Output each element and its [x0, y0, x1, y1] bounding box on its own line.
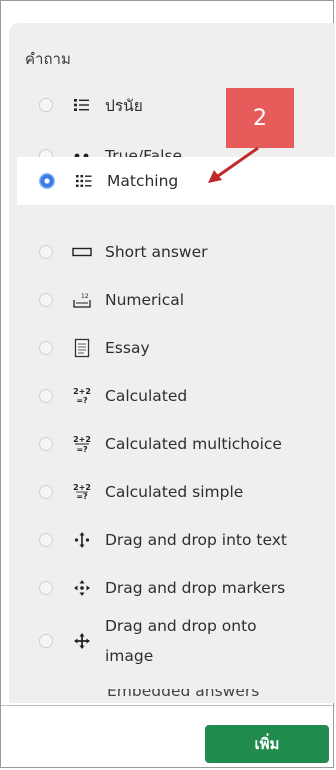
radio-button[interactable]: [39, 293, 53, 307]
question-type-numerical[interactable]: 12 Numerical: [17, 276, 336, 324]
formula-icon-bottom: =?: [76, 492, 88, 501]
move-icon: [71, 632, 93, 650]
question-type-shortanswer[interactable]: Short answer: [17, 228, 336, 276]
question-type-calculatedsimple[interactable]: 2+2 =? Calculated simple: [17, 468, 336, 516]
formula-icon-top: 2+2: [73, 435, 91, 444]
question-type-label: Calculated multichoice: [105, 435, 282, 453]
question-type-calculated[interactable]: 2+2 =? Calculated: [17, 372, 336, 420]
question-type-label: Drag and drop markers: [105, 579, 286, 597]
radio-button[interactable]: [39, 389, 53, 403]
formula-icon-top: 2+2: [73, 483, 91, 492]
list-icon: [71, 97, 93, 113]
formula-icon-bottom: =?: [76, 396, 88, 405]
question-type-label: Matching: [107, 172, 179, 190]
question-type-label: Essay: [105, 339, 150, 357]
footer-divider: [1, 705, 335, 706]
question-type-calculatedmulti[interactable]: 2+2 =? Calculated multichoice: [17, 420, 336, 468]
rectangle-field-icon: [71, 247, 93, 257]
question-type-matching[interactable]: Matching: [17, 157, 336, 205]
section-label: คำถาม: [25, 50, 71, 68]
question-type-multianswer[interactable]: Embedded answers: [15, 689, 335, 703]
radio-button[interactable]: [39, 341, 53, 355]
question-type-ddwtos[interactable]: Drag and drop into text: [17, 516, 336, 564]
formula-icon: 2+2 =?: [71, 386, 93, 406]
formula-icon: 2+2 =?: [71, 434, 93, 454]
radio-button[interactable]: [39, 581, 53, 595]
question-type-label: Calculated: [105, 387, 188, 405]
radio-button[interactable]: [39, 634, 53, 648]
add-button[interactable]: เพิ่ม: [205, 725, 329, 763]
radio-button[interactable]: [39, 245, 53, 259]
radio-button-selected[interactable]: [39, 173, 55, 189]
question-type-essay[interactable]: Essay: [17, 324, 336, 372]
question-type-label: Short answer: [105, 243, 208, 261]
question-type-label: Calculated simple: [105, 483, 244, 501]
formula-icon-bottom: =?: [76, 445, 88, 454]
question-type-label: Numerical: [105, 291, 185, 309]
move-icon: [71, 531, 93, 549]
question-type-label: Drag and drop into text: [105, 531, 287, 549]
matching-list-icon: [73, 173, 95, 189]
question-type-ddimageortext[interactable]: Drag and drop onto image: [17, 603, 336, 679]
question-type-label: Embedded answers: [107, 689, 260, 700]
radio-button[interactable]: [39, 533, 53, 547]
formula-icon-top: 2+2: [73, 387, 91, 396]
question-type-label: Drag and drop onto image: [105, 617, 257, 665]
document-icon: [71, 338, 93, 358]
move-icon: [71, 579, 93, 597]
radio-button[interactable]: [39, 485, 53, 499]
step-callout: 2: [226, 88, 294, 148]
radio-button[interactable]: [39, 98, 53, 112]
question-type-label: ปรนัย: [105, 96, 143, 115]
formula-icon: 2+2 =?: [71, 482, 93, 502]
numeric-icon: 12: [71, 291, 93, 309]
radio-button[interactable]: [39, 437, 53, 451]
numeric-icon-text: 12: [81, 293, 89, 300]
